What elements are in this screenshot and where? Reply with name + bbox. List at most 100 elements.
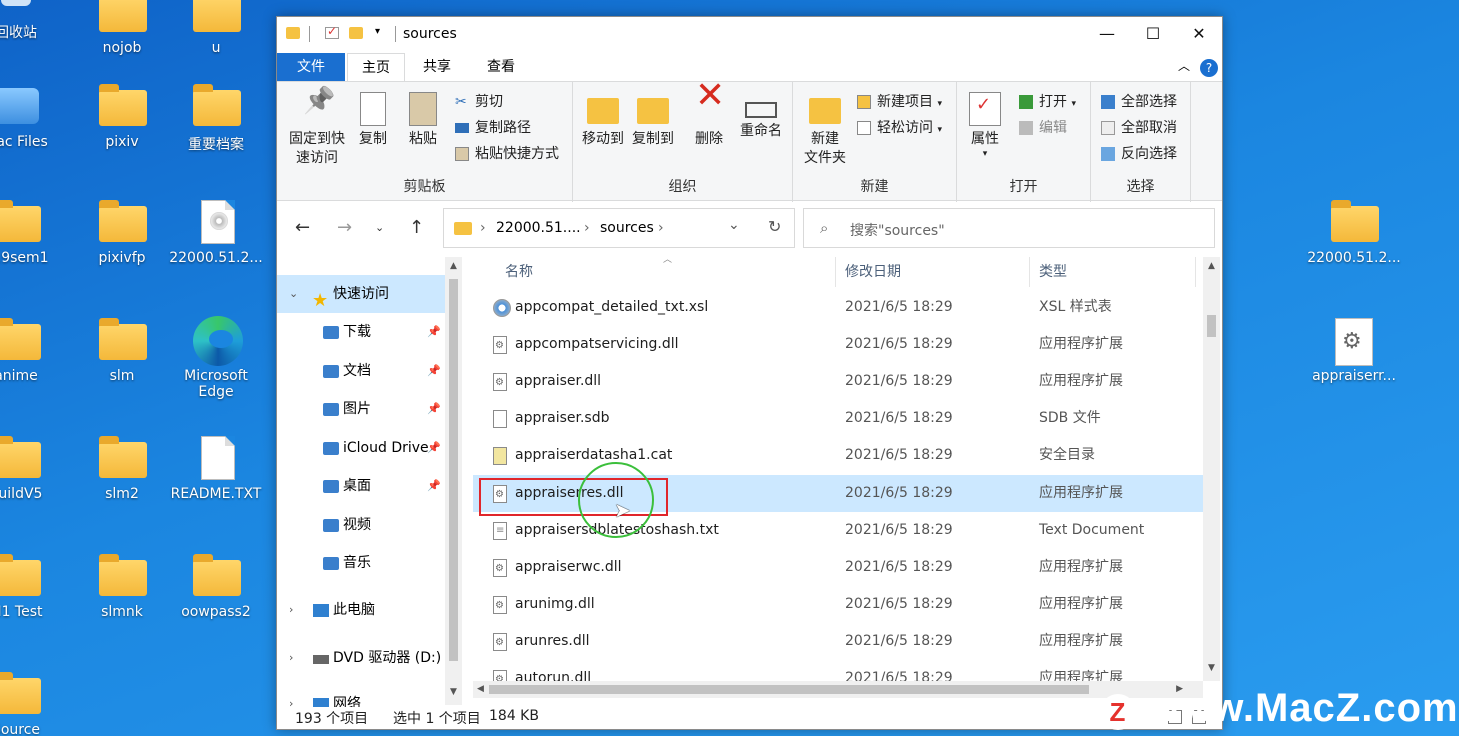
pin-quick-access-button[interactable]: 固定到快 速访问	[283, 88, 351, 168]
column-type[interactable]: 类型	[1039, 257, 1067, 287]
copy-to-button[interactable]: 复制到	[629, 88, 677, 149]
quick-access-dropdown-icon[interactable]: ▾	[375, 26, 380, 37]
file-row[interactable]: appraiserwc.dll 2021/6/5 18:29 应用程序扩展	[473, 549, 1203, 587]
file-row[interactable]: appraiser.dll 2021/6/5 18:29 应用程序扩展	[473, 363, 1203, 401]
new-folder-quick-icon[interactable]	[349, 27, 363, 39]
scroll-up-icon[interactable]: ▲	[1203, 261, 1220, 271]
file-list-scrollbar[interactable]: ▲ ▼	[1203, 257, 1220, 681]
maximize-button[interactable]: ☐	[1130, 17, 1176, 51]
edit-button[interactable]: 编辑	[1019, 117, 1067, 139]
desktop-icon[interactable]: appraiserr...	[1304, 318, 1404, 384]
easy-access-button[interactable]: 轻松访问 ▾	[857, 117, 942, 139]
minimize-button[interactable]: —	[1084, 17, 1130, 51]
file-row[interactable]: appcompatservicing.dll 2021/6/5 18:29 应用程序…	[473, 326, 1203, 364]
address-bar[interactable]: › 22000.51.... › sources › ⌄ ↻	[443, 208, 795, 248]
desktop-icon[interactable]: Microsoft Edge	[166, 316, 266, 400]
tab-file[interactable]: 文件	[277, 53, 345, 81]
new-item-button[interactable]: 新建项目 ▾	[857, 91, 942, 113]
copy-path-button[interactable]: 复制路径	[455, 117, 531, 139]
column-divider[interactable]	[1195, 257, 1196, 287]
nav-dvd-drive[interactable]: › DVD 驱动器 (D:)	[277, 639, 445, 677]
search-input[interactable]: 搜索"sources"	[850, 220, 945, 240]
nav-quick-access[interactable]: ⌄ 快速访问	[277, 275, 445, 320]
select-none-button[interactable]: 全部取消	[1101, 117, 1177, 139]
scrollbar-thumb[interactable]	[449, 279, 458, 661]
nav-item[interactable]: 图片 📌	[277, 390, 445, 428]
nav-item[interactable]: 视频	[277, 506, 445, 544]
column-divider[interactable]	[1029, 257, 1030, 287]
desktop-icon[interactable]: 回收站	[0, 0, 66, 42]
pin-icon[interactable]: 📌	[427, 467, 441, 505]
tab-share[interactable]: 共享	[411, 53, 463, 81]
desktop-icon[interactable]: slmnk	[72, 554, 172, 620]
paste-button[interactable]: 粘贴	[401, 88, 445, 149]
column-divider[interactable]	[835, 257, 836, 287]
nav-item[interactable]: 桌面 📌	[277, 467, 445, 505]
desktop-icon[interactable]: pixiv	[72, 84, 172, 150]
pin-icon[interactable]: 📌	[427, 390, 441, 428]
nav-item[interactable]: 下载 📌	[277, 313, 445, 351]
scroll-left-icon[interactable]: ◀	[477, 681, 484, 698]
file-row[interactable]: appcompat_detailed_txt.xsl 2021/6/5 18:29…	[473, 289, 1203, 326]
invert-selection-button[interactable]: 反向选择	[1101, 143, 1177, 165]
properties-quick-icon[interactable]	[325, 24, 339, 39]
close-button[interactable]: ✕	[1176, 17, 1222, 51]
tab-home[interactable]: 主页	[347, 53, 405, 81]
paste-shortcut-button[interactable]: 粘贴快捷方式	[455, 143, 559, 165]
new-folder-button[interactable]: 新建 文件夹	[801, 88, 849, 168]
desktop-icon[interactable]: slm	[72, 318, 172, 384]
desktop-icon[interactable]: 重要档案	[166, 84, 266, 154]
copy-button[interactable]: 复制	[353, 88, 393, 149]
collapse-ribbon-icon[interactable]: ︿	[1178, 57, 1190, 74]
desktop-icon[interactable]: u	[166, 0, 266, 56]
pin-icon[interactable]: 📌	[427, 313, 441, 351]
select-all-button[interactable]: 全部选择	[1101, 91, 1177, 113]
file-row[interactable]: appraiser.sdb 2021/6/5 18:29 SDB 文件	[473, 400, 1203, 437]
search-box[interactable]: ⌕ 搜索"sources"	[803, 208, 1215, 248]
desktop-icon[interactable]: nojob	[72, 0, 172, 56]
column-name[interactable]: 名称	[505, 257, 533, 287]
desktop-icon[interactable]: README.TXT	[166, 436, 266, 502]
help-icon[interactable]: ?	[1200, 59, 1218, 77]
nav-item[interactable]: iCloud Drive 📌	[277, 429, 445, 467]
pin-icon[interactable]: 📌	[427, 352, 441, 390]
scroll-down-icon[interactable]: ▼	[445, 687, 462, 697]
recent-locations-chevron-icon[interactable]: ⌄	[375, 221, 384, 234]
tab-view[interactable]: 查看	[475, 53, 527, 81]
desktop-icon[interactable]: buildV5	[0, 436, 66, 502]
desktop-icon[interactable]: slm2	[72, 436, 172, 502]
breadcrumb-item[interactable]: 22000.51....	[496, 220, 581, 236]
nav-this-pc[interactable]: › 此电脑	[277, 591, 445, 629]
desktop-icon[interactable]: oowpass2	[166, 554, 266, 620]
open-button[interactable]: 打开 ▾	[1019, 91, 1076, 113]
scrollbar-thumb[interactable]	[489, 685, 1089, 694]
file-list-hscrollbar[interactable]: ◀ ▶	[473, 681, 1203, 698]
breadcrumb-item[interactable]: sources	[600, 220, 654, 236]
desktop-icon[interactable]: 22000.51.2...	[1304, 200, 1404, 266]
scrollbar-thumb[interactable]	[1207, 315, 1216, 337]
desktop-icon[interactable]: Source	[0, 672, 66, 736]
nav-network[interactable]: › 网络	[277, 685, 445, 707]
file-row[interactable]: arunimg.dll 2021/6/5 18:29 应用程序扩展	[473, 586, 1203, 624]
nav-item[interactable]: 音乐	[277, 544, 445, 582]
scroll-down-icon[interactable]: ▼	[1203, 663, 1220, 673]
file-row[interactable]: appraiserdatasha1.cat 2021/6/5 18:29 安全目录	[473, 437, 1203, 474]
rename-button[interactable]: 重命名	[735, 88, 787, 141]
scroll-up-icon[interactable]: ▲	[445, 261, 462, 271]
delete-button[interactable]: 删除	[689, 86, 729, 149]
file-row[interactable]: autorun.dll 2021/6/5 18:29 应用程序扩展	[473, 660, 1203, 683]
desktop-icon[interactable]: M1 Test	[0, 554, 66, 620]
nav-item[interactable]: 文档 📌	[277, 352, 445, 390]
move-to-button[interactable]: 移动到	[579, 88, 627, 149]
cut-button[interactable]: 剪切	[455, 91, 503, 113]
desktop-icon[interactable]: 22000.51.2...	[166, 200, 266, 266]
desktop-icon[interactable]: Mac Files	[0, 84, 66, 150]
file-row[interactable]: arunres.dll 2021/6/5 18:29 应用程序扩展	[473, 623, 1203, 661]
column-date[interactable]: 修改日期	[845, 257, 901, 287]
forward-button[interactable]: →	[337, 217, 352, 238]
desktop-icon[interactable]: pixivfp	[72, 200, 172, 266]
up-button[interactable]: ↑	[409, 217, 424, 238]
address-dropdown-icon[interactable]: ⌄	[728, 217, 740, 233]
refresh-icon[interactable]: ↻	[768, 217, 781, 236]
pin-icon[interactable]: 📌	[427, 429, 441, 467]
